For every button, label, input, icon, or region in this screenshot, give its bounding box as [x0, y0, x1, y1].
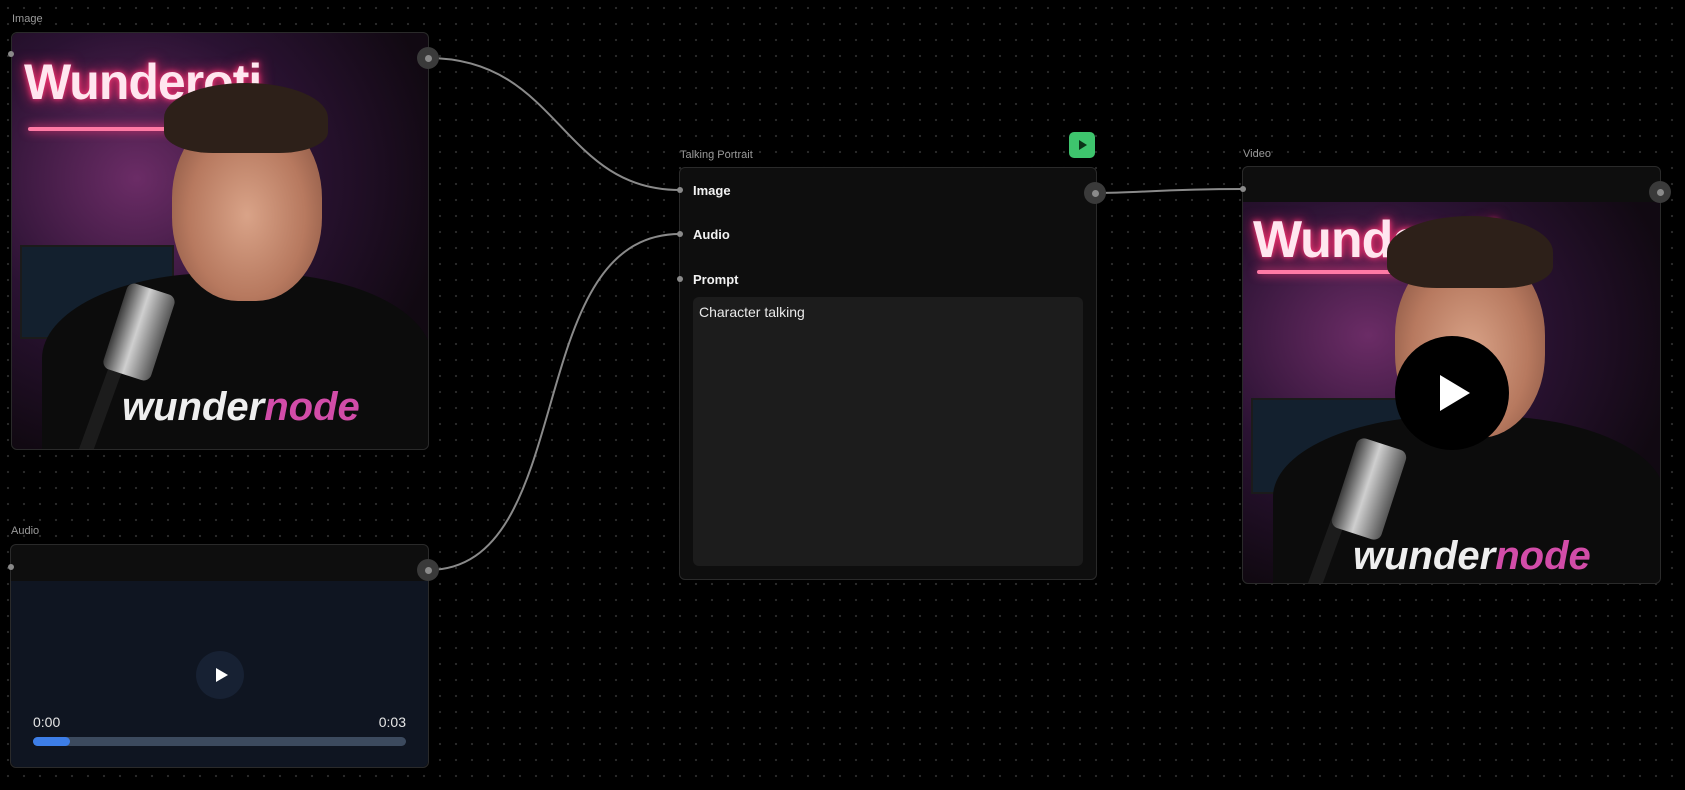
talking-portrait-title: Talking Portrait	[680, 149, 753, 161]
shirt-logo-word2: node	[264, 385, 360, 429]
audio-node-title: Audio	[11, 525, 40, 537]
audio-play-button[interactable]	[196, 651, 244, 699]
image-node[interactable]: Wunderoti wundernode	[11, 32, 429, 450]
wire-image-to-portrait	[427, 57, 681, 191]
wire-audio-to-portrait	[427, 233, 681, 571]
portrait-output-port[interactable]	[1084, 182, 1106, 204]
shirt-logo: wundernode	[1353, 534, 1591, 579]
audio-node-input-dot[interactable]	[8, 564, 14, 570]
node-canvas[interactable]: Image Wunderoti wundernode Audio 0:00 0:…	[0, 0, 1685, 790]
prompt-input[interactable]: Character talking	[693, 297, 1083, 566]
talking-portrait-node[interactable]: Image Audio Prompt Character talking	[679, 167, 1097, 580]
play-icon	[1079, 140, 1087, 150]
audio-node[interactable]: 0:00 0:03	[10, 544, 429, 768]
run-button[interactable]	[1069, 132, 1095, 158]
video-node-title: Video	[1243, 148, 1271, 160]
video-node-output-port[interactable]	[1649, 181, 1671, 203]
input-label-prompt: Prompt	[693, 272, 739, 287]
audio-player: 0:00 0:03	[11, 581, 428, 767]
shirt-logo-word2: node	[1495, 534, 1591, 578]
audio-progress-track[interactable]	[33, 737, 406, 746]
input-label-image: Image	[693, 183, 731, 198]
image-node-input-dot[interactable]	[8, 51, 14, 57]
play-icon	[215, 668, 228, 682]
play-icon	[1440, 375, 1470, 411]
audio-node-output-port[interactable]	[417, 559, 439, 581]
wire-portrait-to-video	[1094, 188, 1244, 194]
audio-time-total: 0:03	[378, 714, 406, 730]
video-node[interactable]: Wunderoti wundernode	[1242, 166, 1661, 584]
shirt-logo-word1: wunder	[1353, 534, 1496, 578]
person-hair	[1387, 216, 1553, 288]
neon-underline	[28, 127, 178, 131]
shirt-logo-word1: wunder	[122, 385, 265, 429]
person-hair	[164, 83, 328, 153]
video-node-input-dot[interactable]	[1240, 186, 1246, 192]
image-preview: Wunderoti wundernode	[12, 33, 428, 449]
image-node-output-port[interactable]	[417, 47, 439, 69]
video-play-button[interactable]	[1395, 336, 1509, 450]
input-label-audio: Audio	[693, 227, 730, 242]
portrait-image-input-dot[interactable]	[677, 187, 683, 193]
video-preview: Wunderoti wundernode	[1243, 202, 1660, 583]
neon-underline	[1257, 270, 1407, 274]
shirt-logo: wundernode	[122, 385, 360, 430]
image-node-title: Image	[12, 13, 43, 25]
audio-time-current: 0:00	[33, 714, 61, 730]
portrait-prompt-input-dot[interactable]	[677, 276, 683, 282]
audio-progress-fill	[33, 737, 71, 746]
portrait-audio-input-dot[interactable]	[677, 231, 683, 237]
